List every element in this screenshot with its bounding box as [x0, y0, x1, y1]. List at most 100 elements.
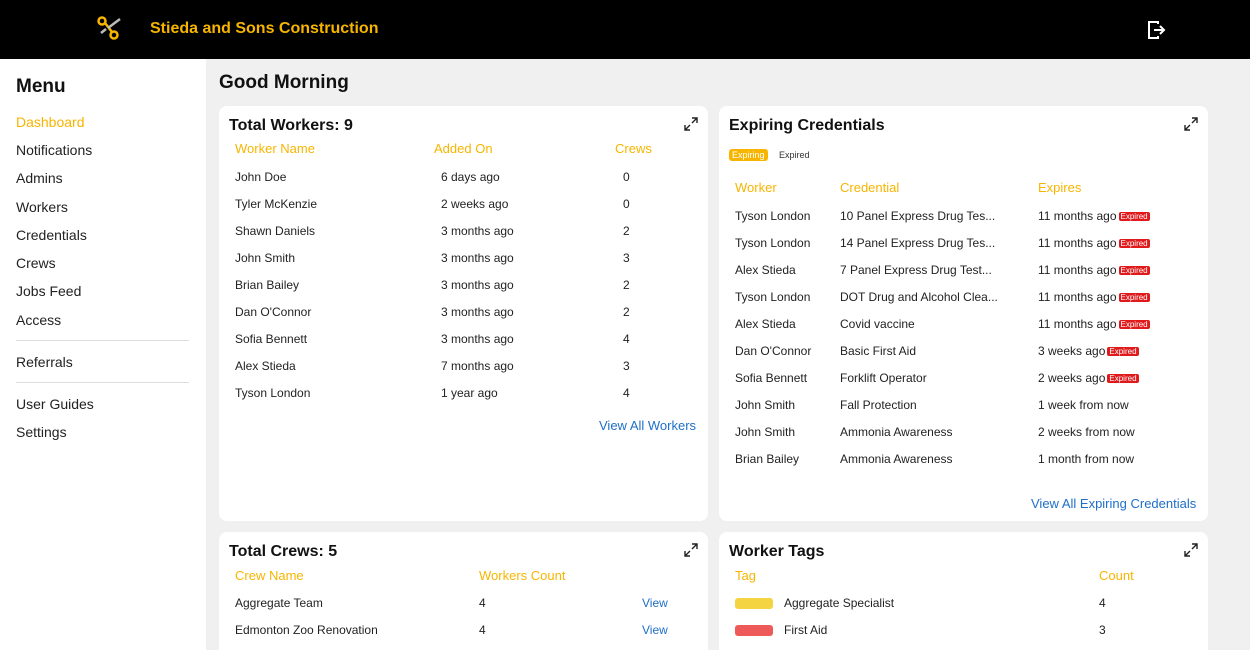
table-row[interactable]: Tyson London 14 Panel Express Drug Tes...… — [719, 236, 1208, 256]
table-row[interactable]: Alex Stieda Covid vaccine 11 months ago Exp… — [719, 317, 1208, 337]
sidebar-item-referrals[interactable]: Referrals — [16, 354, 73, 370]
crews-count-cell: 3 — [623, 251, 630, 265]
view-crew-link[interactable]: View — [642, 623, 668, 637]
col-header-added-on[interactable]: Added On — [434, 141, 493, 156]
sidebar-item-settings[interactable]: Settings — [16, 424, 67, 440]
tab-expired[interactable]: Expired — [776, 149, 813, 161]
table-row[interactable]: Tyson London 10 Panel Express Drug Tes...… — [719, 209, 1208, 229]
sidebar-divider — [16, 382, 189, 383]
credential-cell: Basic First Aid — [840, 344, 917, 358]
crews-count-cell: 2 — [623, 305, 630, 319]
col-header-workers-count[interactable]: Workers Count — [479, 568, 565, 583]
page-title: Good Morning — [219, 72, 349, 93]
crews-count-cell: 0 — [623, 170, 630, 184]
worker-name-cell: Alex Stieda — [235, 359, 296, 373]
table-row[interactable]: Sofia Bennett Forklift Operator 2 weeks ag… — [719, 371, 1208, 391]
added-on-cell: 7 months ago — [441, 359, 514, 373]
expires-text: 1 week from now — [1038, 398, 1129, 412]
table-row[interactable]: John Smith Ammonia Awareness 2 weeks from … — [719, 425, 1208, 445]
logout-icon[interactable] — [1145, 19, 1167, 41]
added-on-cell: 3 months ago — [441, 278, 514, 292]
table-row[interactable]: Brian Bailey 3 months ago 2 — [219, 278, 708, 298]
tags-card-title: Worker Tags — [729, 543, 825, 560]
worker-name-cell: Dan O'Connor — [235, 305, 312, 319]
expires-cell: 11 months ago Expired — [1038, 236, 1150, 250]
table-row[interactable]: Tyson London 1 year ago 4 — [219, 386, 708, 406]
sidebar-item-admins[interactable]: Admins — [16, 170, 63, 186]
tag-count-cell: 4 — [1099, 596, 1106, 610]
sidebar: Menu Dashboard Notifications Admins Work… — [0, 59, 206, 650]
col-header-worker[interactable]: Worker — [735, 180, 777, 195]
table-row[interactable]: Sofia Bennett 3 months ago 4 — [219, 332, 708, 352]
sidebar-item-jobs-feed[interactable]: Jobs Feed — [16, 283, 81, 299]
expand-icon[interactable] — [684, 117, 698, 131]
credential-cell: Fall Protection — [840, 398, 917, 412]
company-name[interactable]: Stieda and Sons Construction — [150, 20, 378, 38]
crews-card: Total Crews: 5 Crew Name Workers Count A… — [219, 532, 708, 650]
sidebar-item-access[interactable]: Access — [16, 312, 61, 328]
sidebar-item-crews[interactable]: Crews — [16, 255, 56, 271]
expand-icon[interactable] — [684, 543, 698, 557]
table-row[interactable]: Dan O'Connor 3 months ago 2 — [219, 305, 708, 325]
col-header-count[interactable]: Count — [1099, 568, 1134, 583]
col-header-credential[interactable]: Credential — [840, 180, 899, 195]
expires-text: 2 weeks from now — [1038, 425, 1135, 439]
added-on-cell: 3 months ago — [441, 224, 514, 238]
crews-count-cell: 2 — [623, 224, 630, 238]
worker-name-cell: Tyler McKenzie — [235, 197, 318, 211]
col-header-tag[interactable]: Tag — [735, 568, 756, 583]
sidebar-item-credentials[interactable]: Credentials — [16, 227, 87, 243]
table-row[interactable]: First Aid 3 — [719, 623, 1208, 643]
tab-expiring[interactable]: Expiring — [729, 149, 768, 161]
table-row[interactable]: Aggregate Specialist 4 — [719, 596, 1208, 616]
table-row[interactable]: Alex Stieda 7 months ago 3 — [219, 359, 708, 379]
table-row[interactable]: Aggregate Team 4 View — [219, 596, 708, 616]
expired-badge: Expired — [1107, 347, 1139, 356]
expand-icon[interactable] — [1184, 117, 1198, 131]
expires-text: 11 months ago — [1038, 209, 1117, 223]
table-row[interactable]: John Smith 3 months ago 3 — [219, 251, 708, 271]
added-on-cell: 3 months ago — [441, 305, 514, 319]
table-row[interactable]: John Doe 6 days ago 0 — [219, 170, 708, 190]
table-row[interactable]: Brian Bailey Ammonia Awareness 1 month fro… — [719, 452, 1208, 472]
sidebar-item-workers[interactable]: Workers — [16, 199, 68, 215]
expired-badge: Expired — [1118, 266, 1150, 275]
expires-text: 1 month from now — [1038, 452, 1135, 466]
expired-badge: Expired — [1118, 239, 1150, 248]
expand-icon[interactable] — [1184, 543, 1198, 557]
sidebar-item-notifications[interactable]: Notifications — [16, 142, 92, 158]
worker-cell: John Smith — [735, 425, 796, 439]
table-row[interactable]: Edmonton Zoo Renovation 4 View — [219, 623, 708, 643]
added-on-cell: 1 year ago — [441, 386, 498, 400]
sidebar-item-user-guides[interactable]: User Guides — [16, 396, 94, 412]
crews-count-cell: 4 — [623, 332, 630, 346]
expires-text: 11 months ago — [1038, 317, 1117, 331]
credential-cell: 14 Panel Express Drug Tes... — [840, 236, 996, 250]
tags-card: Worker Tags Tag Count Aggregate Speciali… — [719, 532, 1208, 650]
expires-cell: 2 weeks ago Expired — [1038, 371, 1139, 385]
col-header-crew-name[interactable]: Crew Name — [235, 568, 304, 583]
view-crew-link[interactable]: View — [642, 596, 668, 610]
crews-card-title: Total Crews: 5 — [229, 543, 338, 560]
expires-cell: 11 months ago Expired — [1038, 290, 1150, 304]
table-row[interactable]: Dan O'Connor Basic First Aid 3 weeks ago Ex… — [719, 344, 1208, 364]
expires-cell: 11 months ago Expired — [1038, 317, 1150, 331]
view-all-credentials-link[interactable]: View All Expiring Credentials — [1031, 496, 1196, 511]
scissor-lift-icon[interactable] — [96, 14, 124, 42]
expired-badge: Expired — [1118, 293, 1150, 302]
expired-badge: Expired — [1107, 374, 1139, 383]
col-header-crews[interactable]: Crews — [615, 141, 652, 156]
workers-card-title: Total Workers: 9 — [229, 117, 353, 134]
table-row[interactable]: Tyson London DOT Drug and Alcohol Clea...… — [719, 290, 1208, 310]
table-row[interactable]: John Smith Fall Protection 1 week from now — [719, 398, 1208, 418]
col-header-worker-name[interactable]: Worker Name — [235, 141, 315, 156]
tag-count-cell: 3 — [1099, 623, 1106, 637]
table-row[interactable]: Alex Stieda 7 Panel Express Drug Test... 1… — [719, 263, 1208, 283]
view-all-workers-link[interactable]: View All Workers — [599, 418, 696, 433]
crews-count-cell: 0 — [623, 197, 630, 211]
table-row[interactable]: Tyler McKenzie 2 weeks ago 0 — [219, 197, 708, 217]
table-row[interactable]: Shawn Daniels 3 months ago 2 — [219, 224, 708, 244]
col-header-expires[interactable]: Expires — [1038, 180, 1081, 195]
sidebar-item-dashboard[interactable]: Dashboard — [16, 114, 85, 130]
expires-cell: 11 months ago Expired — [1038, 209, 1150, 223]
